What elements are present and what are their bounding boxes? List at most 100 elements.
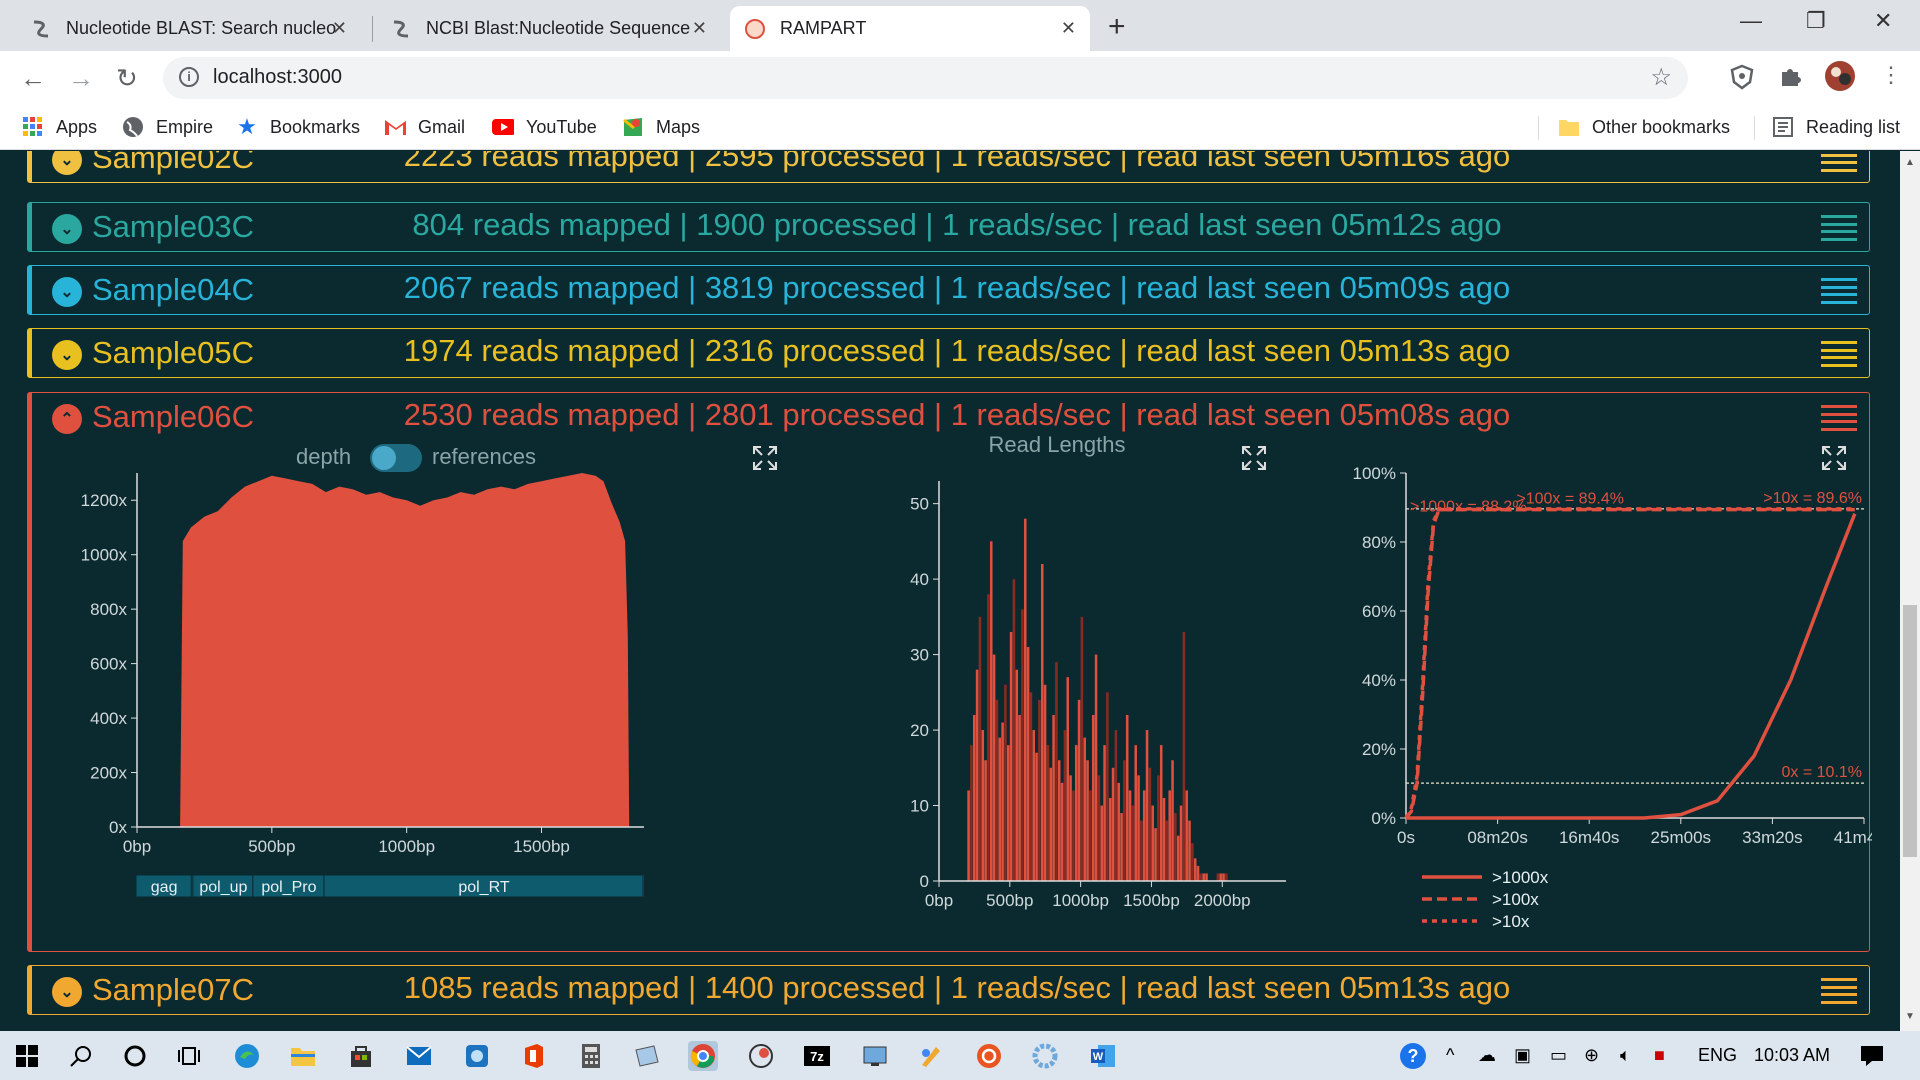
histogram-bar [995,699,999,881]
edge-icon[interactable] [232,1041,262,1071]
histogram-bar [1100,805,1103,881]
bookmark-gmail[interactable]: Gmail [384,116,465,138]
close-tab-icon[interactable]: ✕ [332,18,347,39]
close-tab-icon[interactable]: ✕ [692,18,707,39]
hamburger-menu-icon[interactable] [1821,341,1857,367]
bookmark-bookmarks[interactable]: ★ Bookmarks [236,114,360,139]
close-window-icon[interactable]: ✕ [1874,8,1892,34]
page-scrollbar[interactable]: ▲ ▼ [1900,151,1920,1031]
scrollbar-thumb[interactable] [1903,605,1917,857]
site-info-icon[interactable]: i [179,67,199,87]
search-icon[interactable] [66,1041,96,1071]
histogram-bar [1123,760,1126,881]
histogram-bar [984,760,987,881]
x-tick-label: 25m00s [1651,828,1711,847]
chrome-menu-icon[interactable]: ⋮ [1880,62,1902,88]
bookmark-star-icon[interactable]: ☆ [1650,63,1672,92]
bookmark-youtube[interactable]: YouTube [492,116,597,138]
coverage-area [180,473,630,827]
svg-text:W: W [1093,1051,1104,1063]
sample-panel[interactable]: ⌄ Sample05C 1974 reads mapped | 2316 pro… [27,328,1870,378]
sample-name: Sample02C [92,151,254,175]
record-app-icon[interactable] [746,1041,776,1071]
cortana-icon[interactable] [120,1041,150,1071]
calculator-icon[interactable] [576,1041,606,1071]
hamburger-menu-icon[interactable] [1821,978,1857,1004]
histogram-bar [992,654,996,881]
remote-desktop-icon[interactable] [462,1041,492,1071]
forward-arrow-icon[interactable]: → [68,63,94,94]
expand-chevron-icon[interactable]: ⌄ [52,340,82,370]
hamburger-menu-icon[interactable] [1821,215,1857,241]
url-text[interactable]: localhost:3000 [213,66,342,89]
clock[interactable]: 10:03 AM [1754,1045,1830,1066]
tab-blast-search[interactable]: Nucleotide BLAST: Search nucleo ✕ [16,6,361,51]
help-icon[interactable]: ? [1398,1041,1428,1076]
task-view-icon[interactable] [174,1041,204,1071]
volume-icon[interactable]: 🔈︎ [1620,1045,1631,1066]
onedrive-icon[interactable]: ☁ [1478,1045,1496,1066]
network-app-icon[interactable] [860,1041,890,1071]
sample-panel[interactable]: ⌄ Sample07C 1085 reads mapped | 1400 pro… [27,965,1870,1015]
reading-list[interactable]: Reading list [1772,116,1900,138]
restore-icon[interactable]: ❐ [1806,8,1826,34]
action-icon[interactable]: ▣ [1514,1045,1531,1066]
mail-icon[interactable] [404,1041,434,1071]
puzzle-extensions-icon[interactable] [1778,64,1802,95]
file-explorer-icon[interactable] [288,1041,318,1071]
hamburger-menu-icon[interactable] [1821,151,1857,172]
ubuntu-icon[interactable] [974,1041,1004,1071]
expand-chevron-icon[interactable]: ⌄ [52,277,82,307]
expand-chevron-icon[interactable]: ⌄ [52,977,82,1007]
other-bookmarks[interactable]: Other bookmarks [1558,116,1730,138]
tab-rampart[interactable]: RAMPART ✕ [730,6,1090,51]
hamburger-menu-icon[interactable] [1821,278,1857,304]
language-indicator[interactable]: ENG [1698,1045,1737,1066]
minimize-icon[interactable]: — [1740,8,1762,34]
histogram-bar [1137,775,1140,881]
star-icon: ★ [237,114,257,139]
new-tab-button[interactable]: + [1108,10,1126,44]
bookmark-empire[interactable]: Empire [122,116,213,138]
show-hidden-icons-icon[interactable]: ^ [1446,1045,1454,1066]
bookmark-apps[interactable]: Apps [22,116,97,138]
windows-start-icon[interactable] [12,1041,42,1071]
profile-avatar[interactable] [1824,60,1856,99]
settings-app-icon[interactable] [1030,1041,1060,1071]
bookmark-maps[interactable]: Maps [622,116,700,138]
back-arrow-icon[interactable]: ← [20,63,46,94]
histogram-bar [1114,730,1118,881]
paint-icon[interactable] [916,1041,946,1071]
scroll-up-icon[interactable]: ▲ [1905,157,1915,168]
gift-notification-icon[interactable]: ■ [1654,1045,1665,1066]
histogram-bar [1171,760,1174,881]
y-tick-label: 800x [90,600,127,619]
url-omnibox[interactable]: i localhost:3000 ☆ [163,57,1688,99]
word-icon[interactable]: W [1088,1041,1118,1071]
sample-panel[interactable]: ⌄ Sample02C 2223 reads mapped | 2595 pro… [27,151,1870,183]
histogram-bar [1038,699,1041,881]
shield-extension-icon[interactable] [1730,64,1754,97]
histogram-bar [1029,692,1033,881]
x-tick-label: 33m20s [1742,828,1802,847]
close-tab-icon[interactable]: ✕ [1061,18,1076,39]
battery-icon[interactable]: ▭ [1550,1045,1567,1066]
chrome-icon[interactable] [688,1041,718,1071]
7zip-icon[interactable]: 7z [802,1041,832,1071]
tab-ncbi-blast[interactable]: NCBI Blast:Nucleotide Sequence ✕ [376,6,721,51]
sample-panel[interactable]: ⌄ Sample03C 804 reads mapped | 1900 proc… [27,202,1870,252]
sample-panel[interactable]: ⌄ Sample04C 2067 reads mapped | 3819 pro… [27,265,1870,315]
notifications-icon[interactable] [1860,1045,1884,1072]
reload-icon[interactable]: ↻ [116,63,138,94]
histogram-bar [1032,730,1036,881]
office-icon[interactable] [518,1041,548,1071]
scroll-down-icon[interactable]: ▼ [1905,1011,1915,1022]
y-tick-label: 20% [1362,740,1396,759]
histogram-bar [1040,564,1044,881]
gene-label: pol_Pro [261,879,316,896]
virtualbox-icon[interactable] [632,1041,662,1071]
network-globe-icon[interactable]: ⊕ [1584,1045,1599,1066]
expand-chevron-icon[interactable]: ⌄ [52,151,82,175]
expand-chevron-icon[interactable]: ⌄ [52,214,82,244]
store-icon[interactable] [346,1041,376,1071]
